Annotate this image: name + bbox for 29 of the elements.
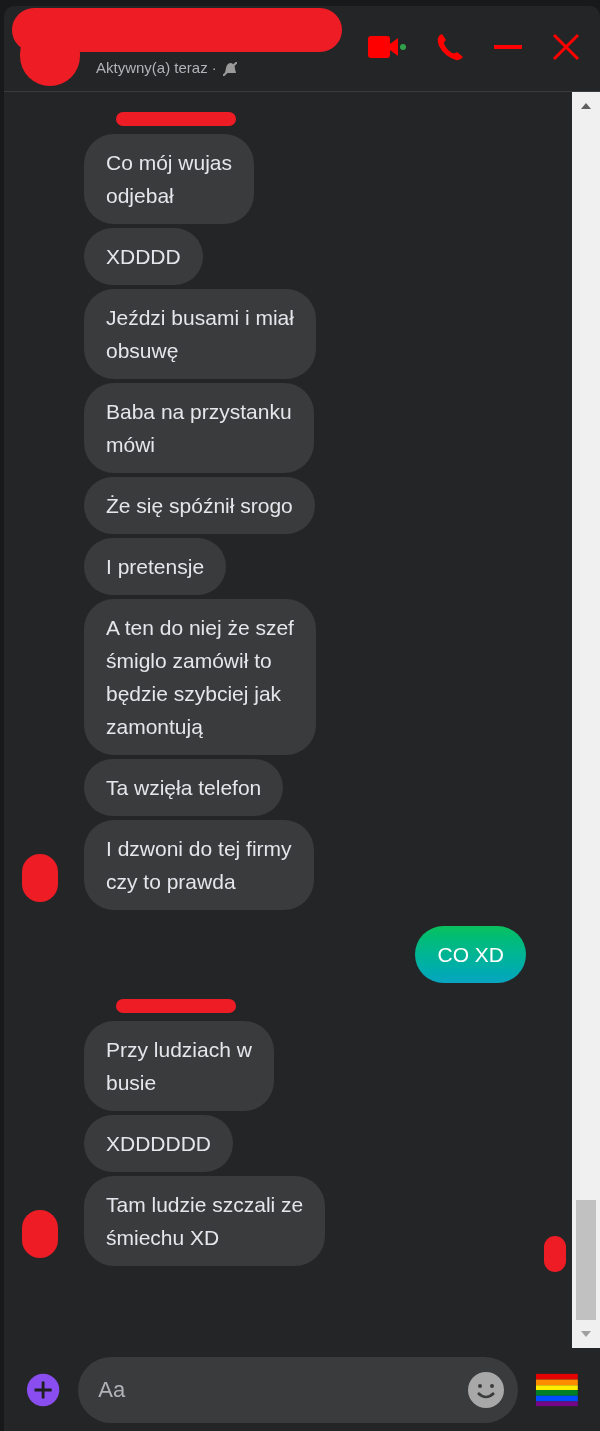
message-bubble: Ta wzięła telefon [84, 759, 284, 816]
redaction-mark [22, 1210, 58, 1258]
close-icon[interactable] [552, 32, 580, 61]
message-bubble: Co mój wujas odjebał [84, 134, 255, 224]
redaction-mark [544, 1236, 566, 1272]
message-bubble: XDDDDDD [84, 1115, 233, 1172]
scroll-up-icon[interactable] [581, 102, 591, 110]
message-bubble: Jeździ busami i miał obsuwę [84, 289, 316, 379]
message-bubble: Baba na przystanku mówi [84, 383, 314, 473]
phone-icon[interactable] [436, 31, 464, 62]
add-icon[interactable] [26, 1372, 61, 1408]
redaction-mark [22, 854, 58, 902]
muted-bell-icon [222, 61, 237, 76]
emoji-icon[interactable] [468, 1372, 505, 1408]
scrollbar[interactable] [572, 92, 600, 1348]
status-text: Aktywny(a) teraz · [96, 58, 217, 79]
message-bubble: CO XD [415, 926, 526, 983]
message-bubble: I dzwoni do tej firmy czy to prawda [84, 820, 314, 910]
message-bubble: A ten do niej że szef śmiglo zamówił to będzie szybciej jak zamontują [84, 599, 316, 755]
message-bubble: I pretensje [84, 538, 227, 595]
scroll-down-icon[interactable] [581, 1330, 591, 1338]
minimize-icon[interactable] [494, 43, 522, 50]
message-field[interactable]: Aa [78, 1357, 519, 1423]
rainbow-flag-icon[interactable] [536, 1373, 578, 1407]
scroll-thumb[interactable] [576, 1200, 596, 1320]
message-bubble: XDDDD [84, 228, 203, 285]
message-bubble: Tam ludzie szczali ze śmiechu XD [84, 1176, 326, 1266]
message-bubble: Że się spóźnił srogo [84, 477, 315, 534]
message-bubble: Przy ludziach w busie [84, 1021, 274, 1111]
